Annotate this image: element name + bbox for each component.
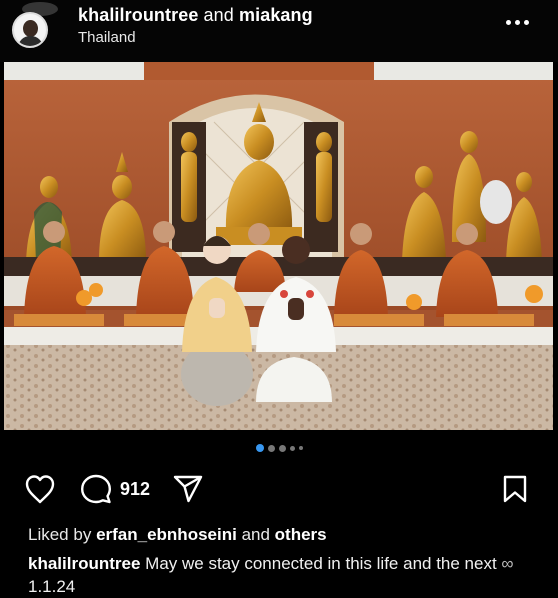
carousel-dot [267, 444, 275, 452]
heart-icon[interactable] [24, 474, 56, 504]
more-options-icon[interactable] [506, 12, 534, 32]
carousel-dot [298, 446, 303, 450]
likes-user[interactable]: erfan_ebnhoseini [96, 525, 237, 544]
post-caption: khalilrountree May we stay connected in … [28, 552, 548, 598]
carousel-dot [278, 444, 286, 452]
author-username[interactable]: khalilrountree [78, 5, 198, 25]
post-author-line: khalilrountree and miakang [78, 5, 313, 26]
comment-icon[interactable] [80, 474, 112, 504]
caption-author[interactable]: khalilrountree [28, 554, 140, 573]
carousel-indicator [0, 444, 558, 456]
carousel-dot [289, 445, 295, 451]
temple-ceremony-photo [4, 62, 553, 430]
comment-count[interactable]: 912 [120, 479, 150, 500]
likes-prefix: Liked by [28, 525, 92, 544]
collaborator-username[interactable]: miakang [239, 5, 313, 25]
post-location[interactable]: Thailand [78, 29, 136, 46]
caption-date: 1.1.24 [28, 577, 76, 596]
bookmark-icon[interactable] [500, 474, 530, 504]
likes-others[interactable]: others [275, 525, 327, 544]
caption-text: May we stay connected in this life and t… [145, 554, 497, 573]
likes-connector: and [241, 525, 270, 544]
action-bar: 912 [0, 468, 558, 510]
avatar-body [18, 36, 43, 46]
author-connector: and [203, 5, 234, 25]
avatar[interactable] [12, 12, 48, 48]
avatar-face [23, 20, 38, 37]
likes-summary[interactable]: Liked by erfan_ebnhoseini and others [28, 525, 327, 545]
carousel-dot-active [255, 444, 264, 452]
post-header: khalilrountree and miakang Thailand [0, 0, 558, 62]
post-image[interactable] [4, 62, 553, 430]
share-icon[interactable] [172, 474, 204, 504]
infinity-emoji: ∞ [501, 554, 514, 573]
